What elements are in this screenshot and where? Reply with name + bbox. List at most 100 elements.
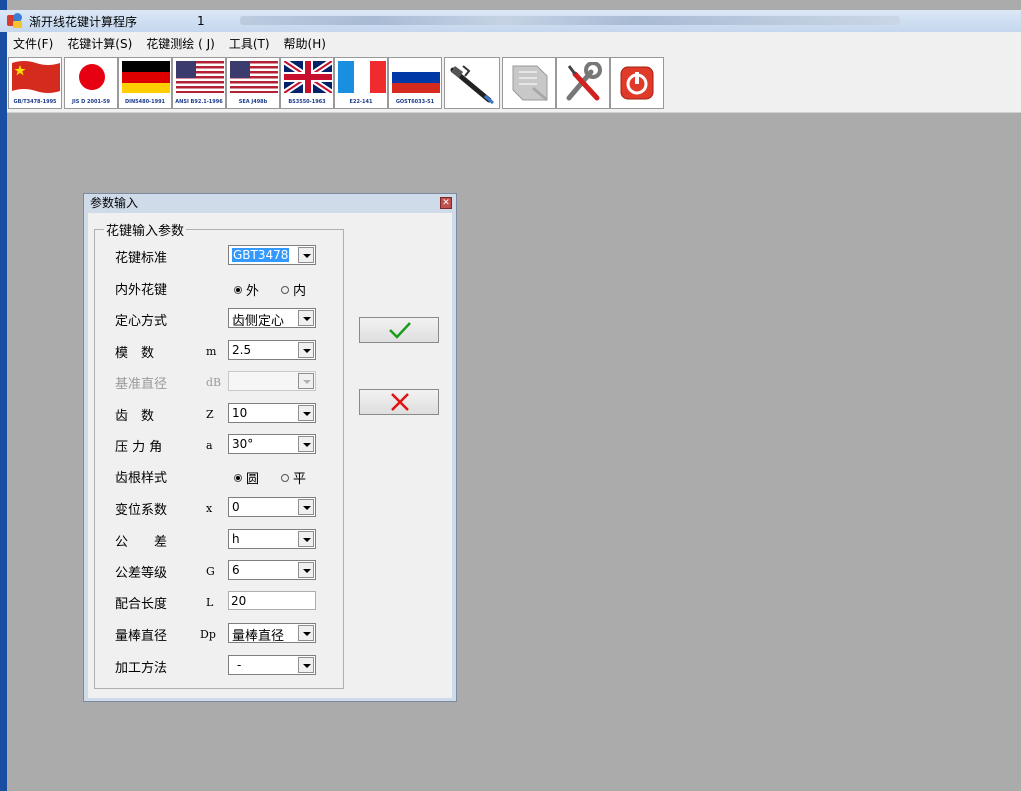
- symbol-x: x: [206, 502, 213, 515]
- tolerance-grade-value: 6: [232, 563, 240, 577]
- chevron-down-icon[interactable]: [298, 247, 314, 263]
- exit-button[interactable]: [610, 57, 664, 109]
- toolbar: GB/T3478-1995 JIS D 2001-59 DIN5480-1991…: [7, 54, 1021, 113]
- label-pressure-angle: 压 力 角: [115, 440, 163, 455]
- radio-external[interactable]: 外: [234, 280, 259, 299]
- radio-round[interactable]: 圆: [234, 468, 259, 487]
- label-tolerance-grade: 公差等级: [115, 566, 168, 581]
- centering-select[interactable]: 齿侧定心: [228, 308, 316, 329]
- shift-coef-select[interactable]: 0: [228, 497, 316, 517]
- machining-value: -: [237, 658, 242, 672]
- sae-caption: SEA J498b: [238, 99, 268, 105]
- row-tolerance: 公 差 h: [88, 529, 452, 551]
- cross-icon: [391, 393, 409, 411]
- japan-flag-icon: [68, 61, 116, 93]
- base-diameter-select: [228, 371, 316, 391]
- radio-internal[interactable]: 内: [281, 280, 306, 299]
- label-fit-length: 配合长度: [115, 597, 168, 612]
- radio-internal-label: 内: [293, 284, 307, 299]
- chevron-down-icon[interactable]: [298, 310, 314, 326]
- standard-e22-button[interactable]: E22-141: [334, 57, 388, 109]
- machining-select[interactable]: -: [228, 655, 316, 675]
- label-tolerance: 公 差: [115, 535, 168, 550]
- fit-length-input[interactable]: 20: [228, 591, 316, 610]
- ok-button[interactable]: [359, 317, 439, 343]
- standard-bs-button[interactable]: BS3550-1963: [280, 57, 334, 109]
- menu-spline-calc[interactable]: 花键计算(S): [61, 35, 138, 52]
- chevron-down-icon[interactable]: [298, 625, 314, 641]
- tools-button[interactable]: [556, 57, 610, 109]
- tolerance-select[interactable]: h: [228, 529, 316, 549]
- caliper-icon: [450, 65, 494, 104]
- chevron-down-icon[interactable]: [298, 342, 314, 358]
- app-icon: [7, 13, 23, 29]
- radio-dot-icon: [281, 473, 289, 482]
- standard-jis-button[interactable]: JIS D 2001-59: [64, 57, 118, 109]
- close-icon[interactable]: ✕: [440, 197, 452, 209]
- label-machining: 加工方法: [115, 661, 168, 676]
- symbol-g: G: [206, 565, 215, 578]
- dialog-body: 花键输入参数 花键标准 GBT3478 内外花键 外 内 定心方式 齿侧定心 模…: [88, 213, 452, 698]
- symbol-db: dB: [206, 376, 222, 389]
- chevron-down-icon[interactable]: [298, 405, 314, 421]
- tolerance-grade-select[interactable]: 6: [228, 560, 316, 580]
- radio-flat[interactable]: 平: [281, 468, 306, 487]
- label-module: 模 数: [115, 346, 155, 361]
- menu-help[interactable]: 帮助(H): [278, 35, 332, 52]
- checkmark-icon: [389, 322, 411, 339]
- module-value: 2.5: [232, 343, 252, 357]
- gost-caption: GOST6033-51: [395, 99, 435, 105]
- centering-value: 齿侧定心: [232, 314, 285, 329]
- group-title: 花键输入参数: [104, 220, 187, 239]
- teeth-select[interactable]: 10: [228, 403, 316, 423]
- row-module: 模 数 m 2.5: [88, 340, 452, 362]
- din-caption: DIN5480-1991: [124, 99, 166, 105]
- menu-bar: 文件(F) 花键计算(S) 花键测绘 ( J) 工具(T) 帮助(H): [7, 32, 1021, 54]
- symbol-z: Z: [206, 408, 214, 421]
- pin-diameter-value: 量棒直径: [232, 629, 285, 644]
- e22-caption: E22-141: [349, 99, 373, 105]
- germany-flag-icon: [122, 61, 170, 93]
- pressure-angle-select[interactable]: 30°: [228, 434, 316, 454]
- label-shift-coef: 变位系数: [115, 503, 168, 518]
- module-select[interactable]: 2.5: [228, 340, 316, 360]
- usa-flag-icon: [176, 61, 224, 93]
- chevron-down-icon[interactable]: [298, 657, 314, 673]
- row-fit-length: 配合长度 L 20: [88, 591, 452, 613]
- pin-diameter-select[interactable]: 量棒直径: [228, 623, 316, 644]
- cancel-button[interactable]: [359, 389, 439, 415]
- row-root-style: 齿根样式 圆 平: [88, 465, 452, 487]
- bs-caption: BS3550-1963: [288, 99, 326, 105]
- chevron-down-icon[interactable]: [298, 499, 314, 515]
- usa-flag-icon: [230, 61, 278, 93]
- print-button[interactable]: [502, 57, 556, 109]
- menu-tools[interactable]: 工具(T): [223, 35, 276, 52]
- chevron-down-icon[interactable]: [298, 531, 314, 547]
- row-tolerance-grade: 公差等级 G 6: [88, 560, 452, 582]
- row-shift-coef: 变位系数 x 0: [88, 497, 452, 519]
- radio-dot-icon: [234, 285, 242, 294]
- standard-select[interactable]: GBT3478: [228, 245, 316, 265]
- chevron-down-icon[interactable]: [298, 436, 314, 452]
- standard-gb-button[interactable]: GB/T3478-1995: [8, 57, 62, 109]
- symbol-dp: Dp: [200, 628, 216, 641]
- caliper-button[interactable]: [444, 57, 500, 109]
- chevron-down-icon: [298, 373, 314, 389]
- standard-sae-button[interactable]: SEA J498b: [226, 57, 280, 109]
- standard-din-button[interactable]: DIN5480-1991: [118, 57, 172, 109]
- row-pressure-angle: 压 力 角 a 30°: [88, 434, 452, 456]
- russia-flag-icon: [392, 61, 440, 93]
- shift-coef-value: 0: [232, 500, 240, 514]
- chevron-down-icon[interactable]: [298, 562, 314, 578]
- standard-gost-button[interactable]: GOST6033-51: [388, 57, 442, 109]
- menu-spline-measure[interactable]: 花键测绘 ( J): [140, 35, 221, 52]
- radio-external-label: 外: [246, 284, 260, 299]
- menu-file[interactable]: 文件(F): [7, 35, 59, 52]
- wrench-screwdriver-icon: [566, 62, 602, 101]
- china-flag-icon: [12, 61, 60, 93]
- radio-dot-icon: [281, 285, 289, 294]
- standard-ansi-button[interactable]: ANSI B92.1-1996: [172, 57, 226, 109]
- power-icon: [620, 66, 654, 100]
- standard-value: GBT3478: [232, 248, 290, 262]
- pressure-angle-value: 30°: [232, 437, 254, 451]
